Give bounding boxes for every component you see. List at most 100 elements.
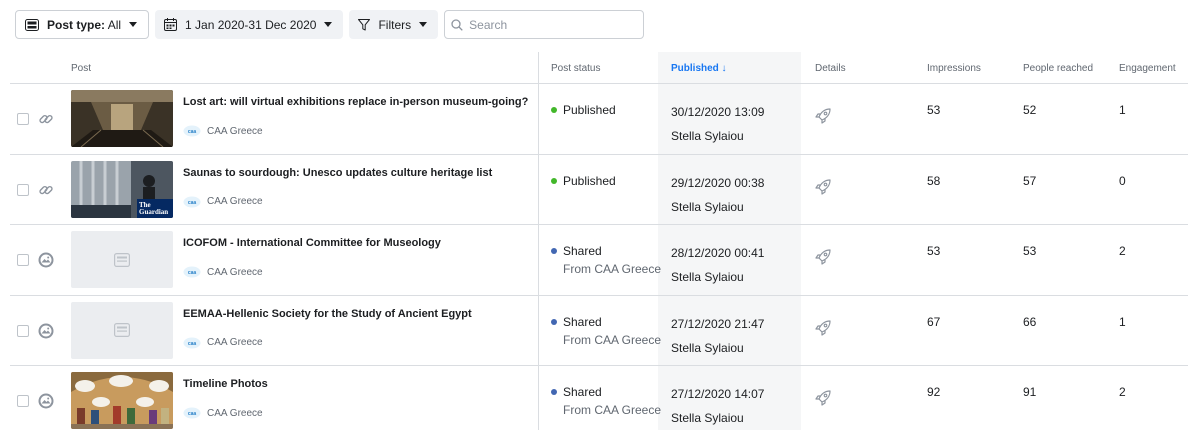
post-status: Shared From CAA Greece — [551, 385, 661, 417]
status-label: Published — [563, 173, 616, 188]
post-thumbnail[interactable]: The Guardian — [71, 160, 173, 218]
published-date: 27/12/2020 14:07 — [671, 387, 765, 401]
col-header-engagement[interactable]: Engagement — [1119, 63, 1176, 74]
engagement-value: 0 — [1119, 173, 1126, 188]
post-status: Shared From CAA Greece — [551, 244, 661, 276]
post-title[interactable]: Saunas to sourdough: Unesco updates cult… — [183, 167, 528, 179]
table-header: Post Post status Published ↓ Details Imp… — [10, 52, 1188, 84]
col-header-people-reached[interactable]: People reached — [1023, 63, 1093, 74]
published-author: Stella Sylaiou — [671, 199, 744, 214]
date-range-dropdown[interactable]: 1 Jan 2020-31 Dec 2020 — [155, 10, 344, 39]
status-label: Shared — [563, 244, 602, 258]
status-label: Shared — [563, 314, 602, 329]
page-name: CAA Greece — [207, 196, 263, 207]
post-status: Shared From CAA Greece — [551, 315, 661, 347]
table-row[interactable]: The Guardian Saunas to sourdough: Unesco… — [10, 155, 1188, 225]
row-checkbox[interactable] — [17, 324, 29, 337]
search-input[interactable] — [469, 17, 630, 32]
row-checkbox[interactable] — [17, 254, 29, 266]
boost-rocket-icon[interactable] — [814, 107, 832, 125]
status-source: From CAA Greece — [563, 262, 662, 276]
published-author: Stella Sylaiou — [671, 129, 744, 143]
row-checkbox[interactable] — [17, 113, 29, 125]
search-box[interactable] — [444, 10, 645, 39]
page-name: CAA Greece — [207, 337, 263, 348]
impressions-value: 53 — [927, 103, 941, 117]
published-date: 27/12/2020 21:47 — [671, 316, 765, 331]
status-dot — [551, 318, 557, 325]
post-title[interactable]: Timeline Photos — [183, 378, 528, 390]
status-dot — [551, 389, 557, 395]
people-reached-value: 57 — [1023, 173, 1037, 188]
chevron-down-icon — [324, 22, 333, 27]
calendar-icon — [164, 18, 178, 31]
col-header-post-status[interactable]: Post status — [551, 63, 600, 74]
table-row[interactable]: EEMAA-Hellenic Society for the Study of … — [10, 296, 1188, 366]
post-title[interactable]: Lost art: will virtual exhibitions repla… — [183, 96, 528, 108]
thumbnail-caption: The Guardian — [139, 200, 169, 216]
filters-button[interactable]: Filters — [349, 10, 439, 39]
status-dot — [551, 107, 557, 113]
table-row[interactable]: Timeline Photos caa CAA Greece Shared Fr… — [10, 366, 1188, 430]
page-name: CAA Greece — [207, 125, 263, 137]
row-checkbox[interactable] — [17, 183, 29, 196]
post-thumbnail-placeholder[interactable] — [71, 301, 173, 359]
status-dot — [551, 177, 557, 184]
status-dot — [551, 248, 557, 254]
table-row[interactable]: Lost art: will virtual exhibitions repla… — [10, 84, 1188, 155]
impressions-value: 92 — [927, 385, 941, 399]
boost-rocket-icon[interactable] — [814, 178, 832, 196]
impressions-value: 58 — [927, 173, 941, 188]
photo-icon — [37, 392, 55, 410]
engagement-value: 1 — [1119, 314, 1126, 329]
post-title[interactable]: ICOFOM - International Committee for Mus… — [183, 237, 528, 249]
table-row[interactable]: ICOFOM - International Committee for Mus… — [10, 225, 1188, 296]
status-label: Published — [563, 103, 616, 117]
svg-text:caa: caa — [188, 411, 197, 417]
boost-rocket-icon[interactable] — [814, 248, 832, 266]
row-checkbox[interactable] — [17, 395, 29, 407]
page-logo-icon: caa — [183, 196, 201, 207]
status-source: From CAA Greece — [563, 403, 662, 417]
published-author: Stella Sylaiou — [671, 270, 744, 284]
svg-text:caa: caa — [188, 270, 197, 276]
status-label: Shared — [563, 385, 602, 399]
page-logo-icon: caa — [183, 125, 201, 137]
people-reached-value: 66 — [1023, 314, 1037, 329]
page-logo-icon: caa — [183, 266, 201, 278]
chevron-down-icon — [129, 22, 138, 27]
post-type-dropdown[interactable]: Post type: All — [15, 10, 150, 39]
people-reached-value: 53 — [1023, 244, 1037, 258]
col-header-impressions[interactable]: Impressions — [927, 63, 981, 74]
engagement-value: 2 — [1119, 244, 1126, 258]
published-date: 28/12/2020 00:41 — [671, 246, 765, 260]
col-header-post: Post — [71, 63, 92, 74]
page-logo-icon: caa — [183, 337, 201, 348]
post-thumbnail[interactable] — [71, 90, 173, 147]
boost-rocket-icon[interactable] — [814, 389, 832, 407]
link-icon — [37, 110, 55, 128]
post-type-icon — [25, 18, 39, 31]
post-title[interactable]: EEMAA-Hellenic Society for the Study of … — [183, 308, 528, 320]
svg-text:caa: caa — [188, 129, 197, 135]
svg-text:caa: caa — [188, 341, 197, 347]
search-icon — [451, 18, 463, 31]
post-type-label: Post type: — [47, 17, 106, 32]
post-status: Published — [551, 174, 616, 188]
engagement-value: 2 — [1119, 385, 1126, 399]
col-header-details: Details — [815, 63, 846, 74]
post-thumbnail-placeholder[interactable] — [71, 231, 173, 288]
page-name: CAA Greece — [207, 407, 263, 419]
filter-icon — [358, 18, 371, 30]
published-author: Stella Sylaiou — [671, 411, 744, 425]
published-date: 30/12/2020 13:09 — [671, 105, 765, 119]
placeholder-image-icon — [114, 252, 130, 267]
people-reached-value: 52 — [1023, 103, 1037, 117]
photo-icon — [37, 251, 55, 269]
boost-rocket-icon[interactable] — [814, 319, 832, 337]
engagement-value: 1 — [1119, 103, 1126, 117]
col-header-published[interactable]: Published ↓ — [671, 63, 727, 74]
post-thumbnail[interactable] — [71, 372, 173, 429]
photo-icon — [37, 322, 55, 340]
page-logo-icon: caa — [183, 407, 201, 419]
